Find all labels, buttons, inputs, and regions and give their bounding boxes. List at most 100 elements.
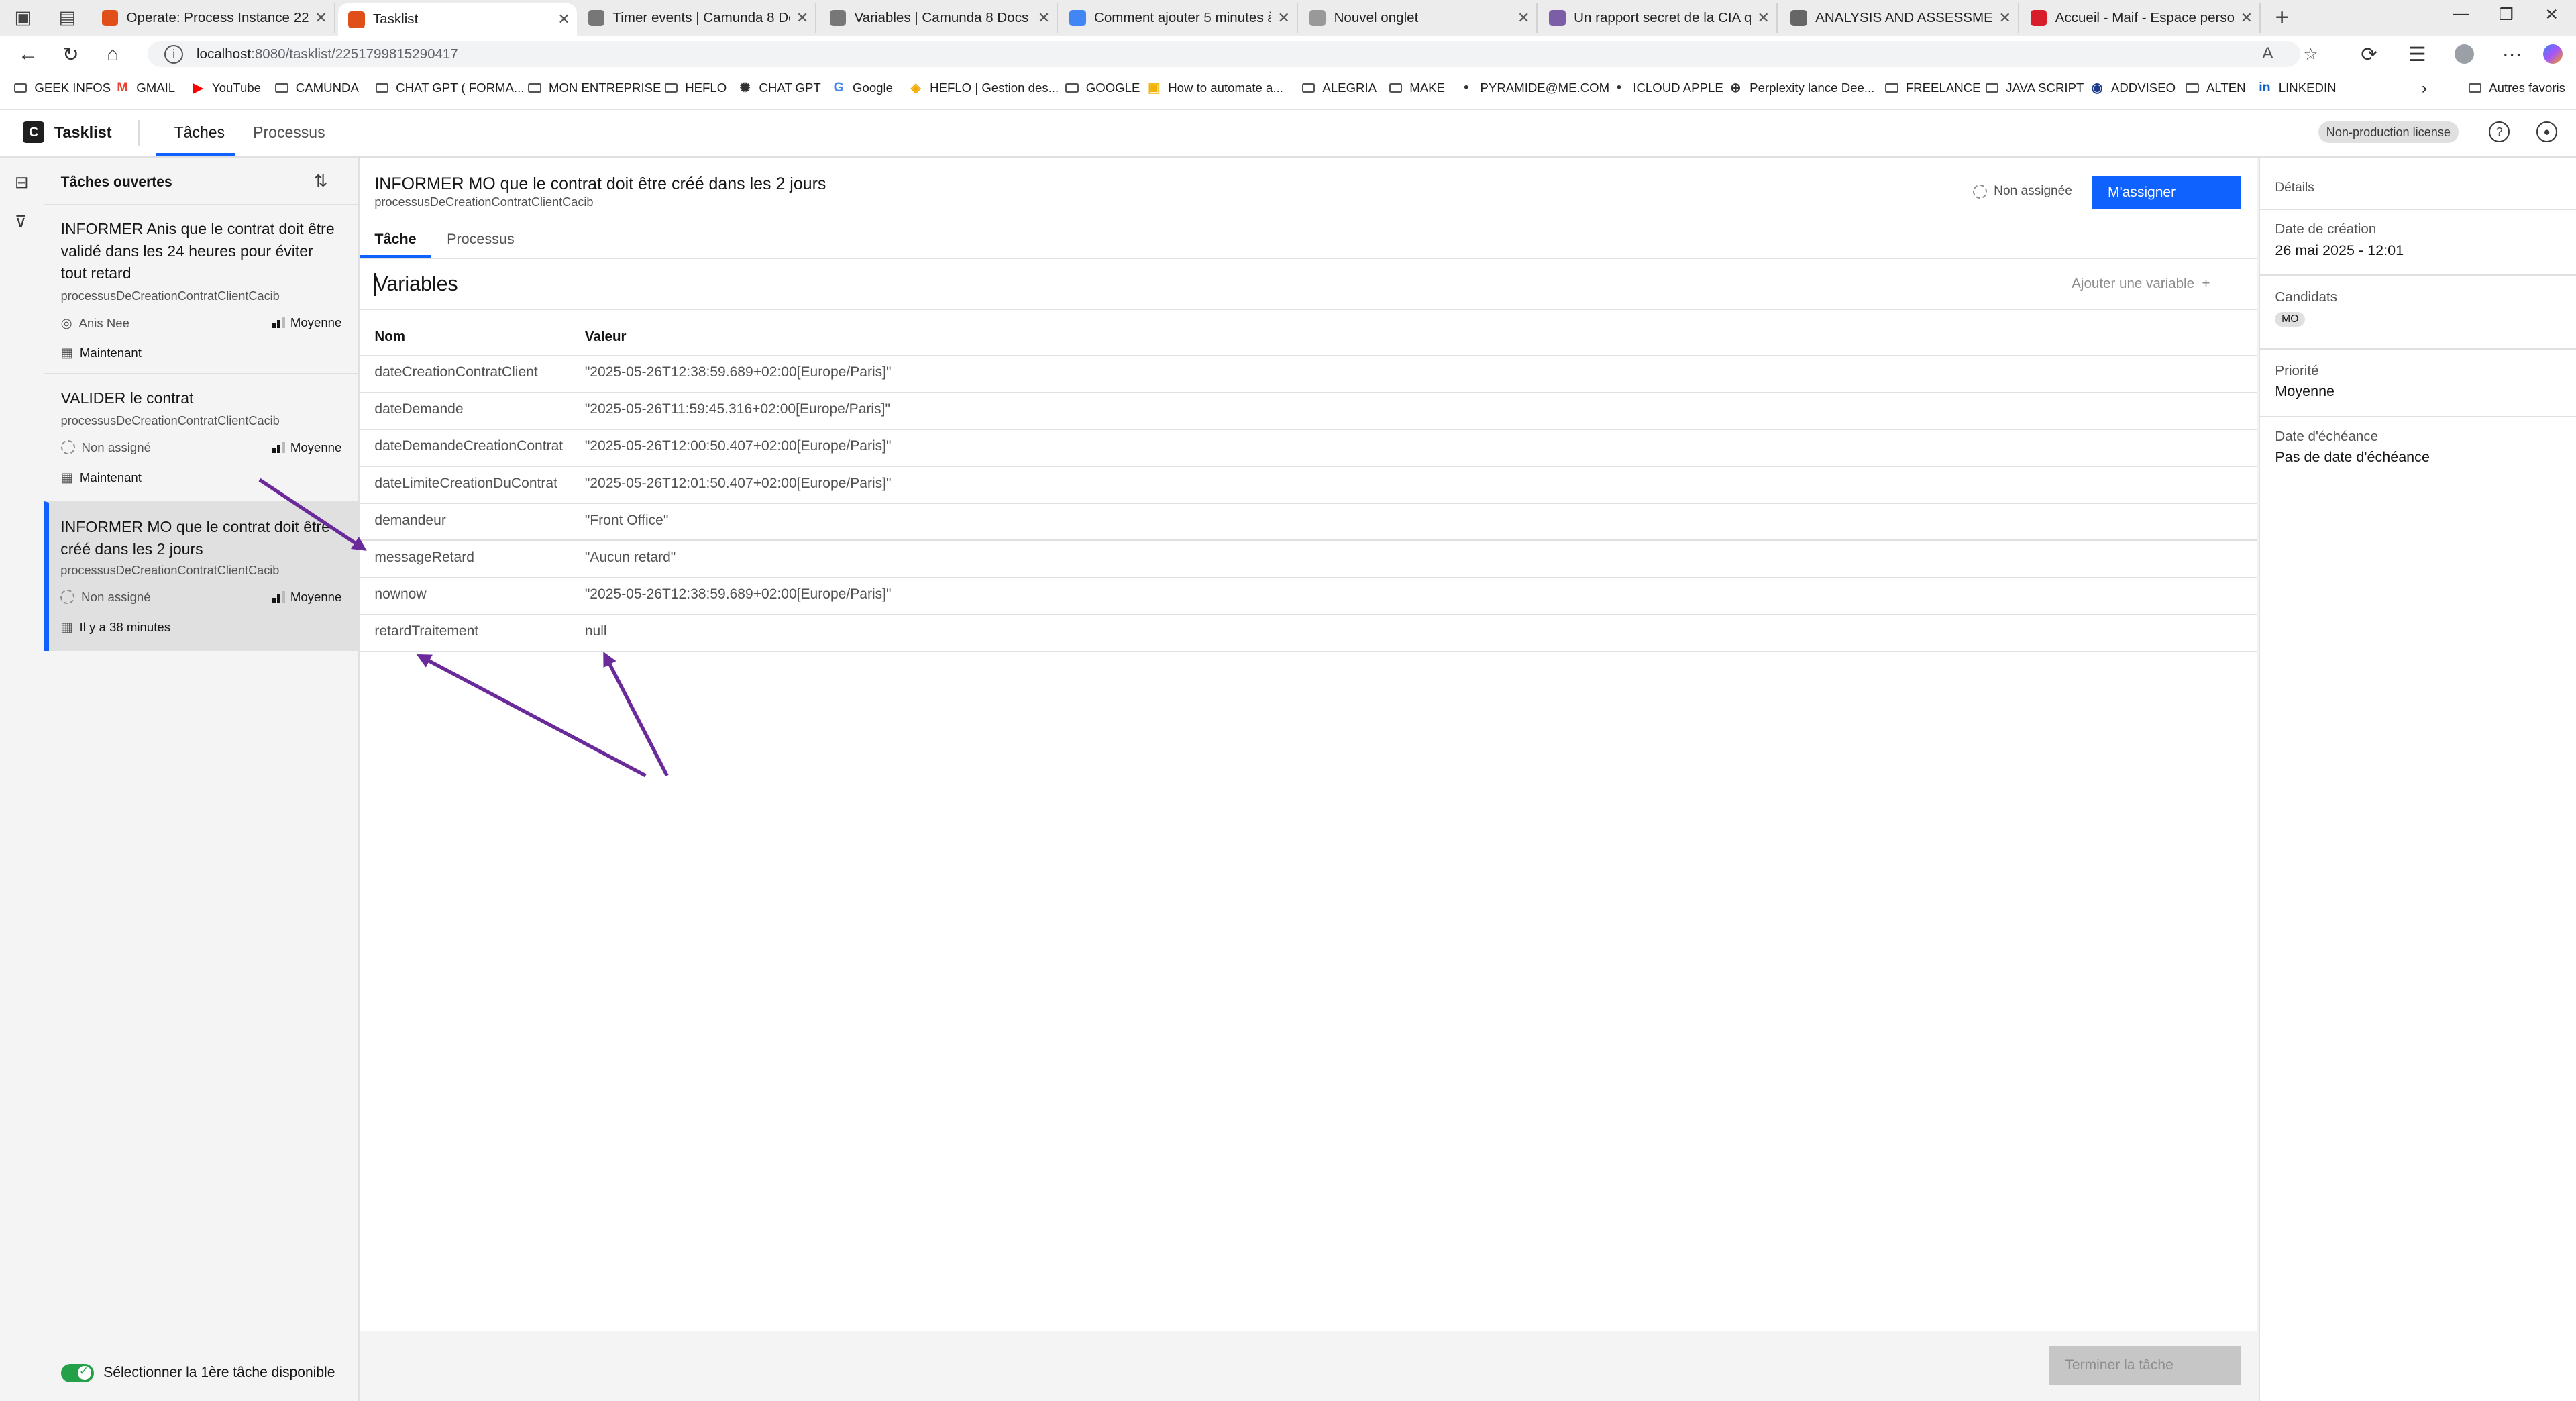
complete-task-button[interactable]: Terminer la tâche (2048, 1345, 2241, 1386)
close-tab-icon[interactable]: ✕ (796, 9, 808, 27)
browser-tab[interactable]: Tasklist ✕ (338, 3, 577, 36)
filter-icon[interactable]: ⊽ (15, 212, 27, 232)
sort-icon[interactable]: ⇅ (314, 171, 328, 191)
bookmark[interactable]: ▶ YouTube (191, 81, 261, 95)
bookmark-label: LINKEDIN (2278, 80, 2337, 95)
reload-icon[interactable]: ↻ (62, 43, 79, 66)
bookmark[interactable]: ◈ HEFLO | Gestion des... (908, 81, 1059, 95)
browser-tab[interactable]: Variables | Camunda 8 Docs ✕ (820, 3, 1059, 33)
browser-tab[interactable]: Operate: Process Instance 225179 ✕ (92, 3, 335, 33)
variable-value: "Front Office" (584, 512, 669, 528)
url-field[interactable]: i localhost:8080/tasklist/22517998152904… (148, 41, 2318, 68)
bookmark[interactable]: MAKE (1388, 81, 1445, 95)
bookmark[interactable]: CHAT GPT ( FORMA... (374, 81, 524, 95)
bookmark[interactable]: • ICLOUD APPLE (1611, 80, 1723, 95)
copilot-icon[interactable] (2543, 44, 2563, 64)
close-tab-icon[interactable]: ✕ (315, 9, 327, 27)
bookmark[interactable]: G Google (831, 80, 893, 95)
bookmark[interactable]: ALTEN (2185, 81, 2246, 95)
favorite-star-icon[interactable]: ☆ (2303, 44, 2318, 64)
table-row[interactable]: retardTraitement null (360, 613, 2257, 651)
extensions-icon[interactable]: ⟳ (2361, 43, 2377, 66)
bookmark[interactable]: ALEGRIA (1301, 81, 1377, 95)
bookmark[interactable]: ⊕ Perplexity lance Dee... (1728, 81, 1874, 95)
bookmark[interactable]: GOOGLE (1065, 81, 1140, 95)
browser-tab[interactable]: Comment ajouter 5 minutes à une ✕ (1060, 3, 1298, 33)
browser-tab[interactable]: ANALYSIS AND ASSESSMENT OF ✕ (1781, 3, 2019, 33)
task-card-priority: Moyenne (272, 590, 341, 605)
task-card[interactable]: INFORMER Anis que le contrat doit être v… (44, 203, 358, 373)
priority-bars-icon (272, 442, 286, 454)
bookmark[interactable]: MON ENTREPRISE (527, 81, 661, 95)
task-card-selected[interactable]: INFORMER MO que le contrat doit être cré… (44, 501, 358, 651)
close-tab-icon[interactable]: ✕ (557, 11, 570, 28)
workspaces-icon[interactable]: ▣ (10, 5, 36, 31)
collapse-panel-icon[interactable]: ⊟ (15, 172, 29, 193)
home-icon[interactable]: ⌂ (107, 43, 119, 66)
more-bookmarks-chevron-icon[interactable]: › (2422, 79, 2427, 98)
settings-more-icon[interactable]: ⋯ (2502, 43, 2522, 66)
close-window-icon[interactable]: ✕ (2545, 5, 2559, 25)
close-tab-icon[interactable]: ✕ (1277, 9, 1289, 27)
close-tab-icon[interactable]: ✕ (1999, 9, 2011, 27)
tab-processus[interactable]: Processus (447, 230, 515, 248)
tab-tache[interactable]: Tâche (374, 230, 416, 248)
close-tab-icon[interactable]: ✕ (1517, 9, 1529, 27)
table-row[interactable]: nownow "2025-05-26T12:38:59.689+02:00[Eur… (360, 576, 2257, 614)
close-tab-icon[interactable]: ✕ (1758, 9, 1770, 27)
bookmark[interactable]: FREELANCE (1884, 81, 1981, 95)
favorites-icon[interactable]: ☰ (2408, 43, 2426, 66)
minimize-icon[interactable]: — (2453, 5, 2469, 23)
bookmark[interactable]: M GMAIL (115, 80, 175, 95)
tab-actions-icon[interactable]: ▤ (54, 5, 80, 31)
back-icon[interactable]: ← (18, 43, 38, 66)
browser-tab[interactable]: Un rapport secret de la CIA qui dé ✕ (1540, 3, 1778, 33)
bookmark[interactable]: JAVA SCRIPT (1984, 81, 2084, 95)
unassigned-icon (1973, 184, 1988, 199)
auto-select-toggle[interactable]: ✓ (60, 1363, 94, 1382)
calendar-icon: ▦ (60, 470, 74, 485)
table-row[interactable]: dateCreationContratClient "2025-05-26T12:… (360, 354, 2257, 392)
close-tab-icon[interactable]: ✕ (1038, 9, 1050, 27)
browser-tab[interactable]: Timer events | Camunda 8 Docs ✕ (578, 3, 817, 33)
bookmark[interactable]: CAMUNDA (274, 81, 359, 95)
new-tab-icon[interactable]: + (2269, 5, 2295, 31)
nav-processus[interactable]: Processus (253, 123, 325, 142)
help-icon[interactable]: ? (2489, 121, 2510, 143)
app-name: Tasklist (54, 123, 112, 141)
add-variable-button[interactable]: Ajouter une variable + (2072, 276, 2210, 292)
table-row[interactable]: dateLimiteCreationDuContrat "2025-05-26T1… (360, 466, 2257, 503)
bookmark[interactable]: • PYRAMIDE@ME.COM (1459, 80, 1609, 95)
auto-select-toggle-row[interactable]: ✓ Sélectionner la 1ère tâche disponible (60, 1363, 335, 1382)
assign-to-me-button[interactable]: M'assigner (2091, 176, 2241, 209)
restore-icon[interactable]: ❐ (2499, 5, 2514, 25)
browser-tab[interactable]: Accueil - Maif - Espace personnel ✕ (2021, 3, 2261, 33)
bookmark[interactable]: HEFLO (663, 81, 727, 95)
nav-taches[interactable]: Tâches (174, 123, 225, 142)
close-tab-icon[interactable]: ✕ (2241, 9, 2253, 27)
task-title: INFORMER MO que le contrat doit être cré… (374, 174, 826, 193)
read-aloud-icon[interactable]: A (2262, 44, 2273, 63)
bookmark[interactable]: GEEK INFOS (13, 81, 111, 95)
profile-avatar[interactable] (2454, 44, 2475, 64)
heflo-icon: ◈ (910, 80, 921, 95)
variable-value: "2025-05-26T12:00:50.407+02:00[Europe/Pa… (584, 438, 892, 454)
table-row[interactable]: dateDemande "2025-05-26T11:59:45.316+02:0… (360, 392, 2257, 429)
other-favorites[interactable]: Autres favoris (2467, 81, 2565, 95)
table-row[interactable]: messageRetard "Aucun retard" (360, 539, 2257, 576)
bookmark[interactable]: ◉ ADDVISEO (2090, 81, 2176, 95)
bookmark[interactable]: ✺ CHAT GPT (738, 81, 820, 95)
variable-value: null (584, 623, 607, 639)
bookmark[interactable]: in LINKEDIN (2257, 80, 2337, 95)
browser-tab[interactable]: Nouvel onglet ✕ (1299, 3, 1538, 33)
table-row[interactable]: dateDemandeCreationContrat "2025-05-26T12… (360, 429, 2257, 466)
table-row[interactable]: demandeur "Front Office" (360, 503, 2257, 539)
user-account-icon[interactable]: ● (2536, 121, 2558, 143)
auto-select-label: Sélectionner la 1ère tâche disponible (103, 1365, 335, 1381)
task-card[interactable]: VALIDER le contrat processusDeCreationCo… (44, 372, 358, 501)
site-info-icon[interactable]: i (164, 44, 184, 64)
folder-icon (13, 81, 28, 95)
bookmark[interactable]: ▣ How to automate a... (1146, 81, 1283, 95)
youtube-icon: ▶ (193, 80, 203, 95)
task-card-date: ▦ Il y a 38 minutes (60, 619, 170, 635)
